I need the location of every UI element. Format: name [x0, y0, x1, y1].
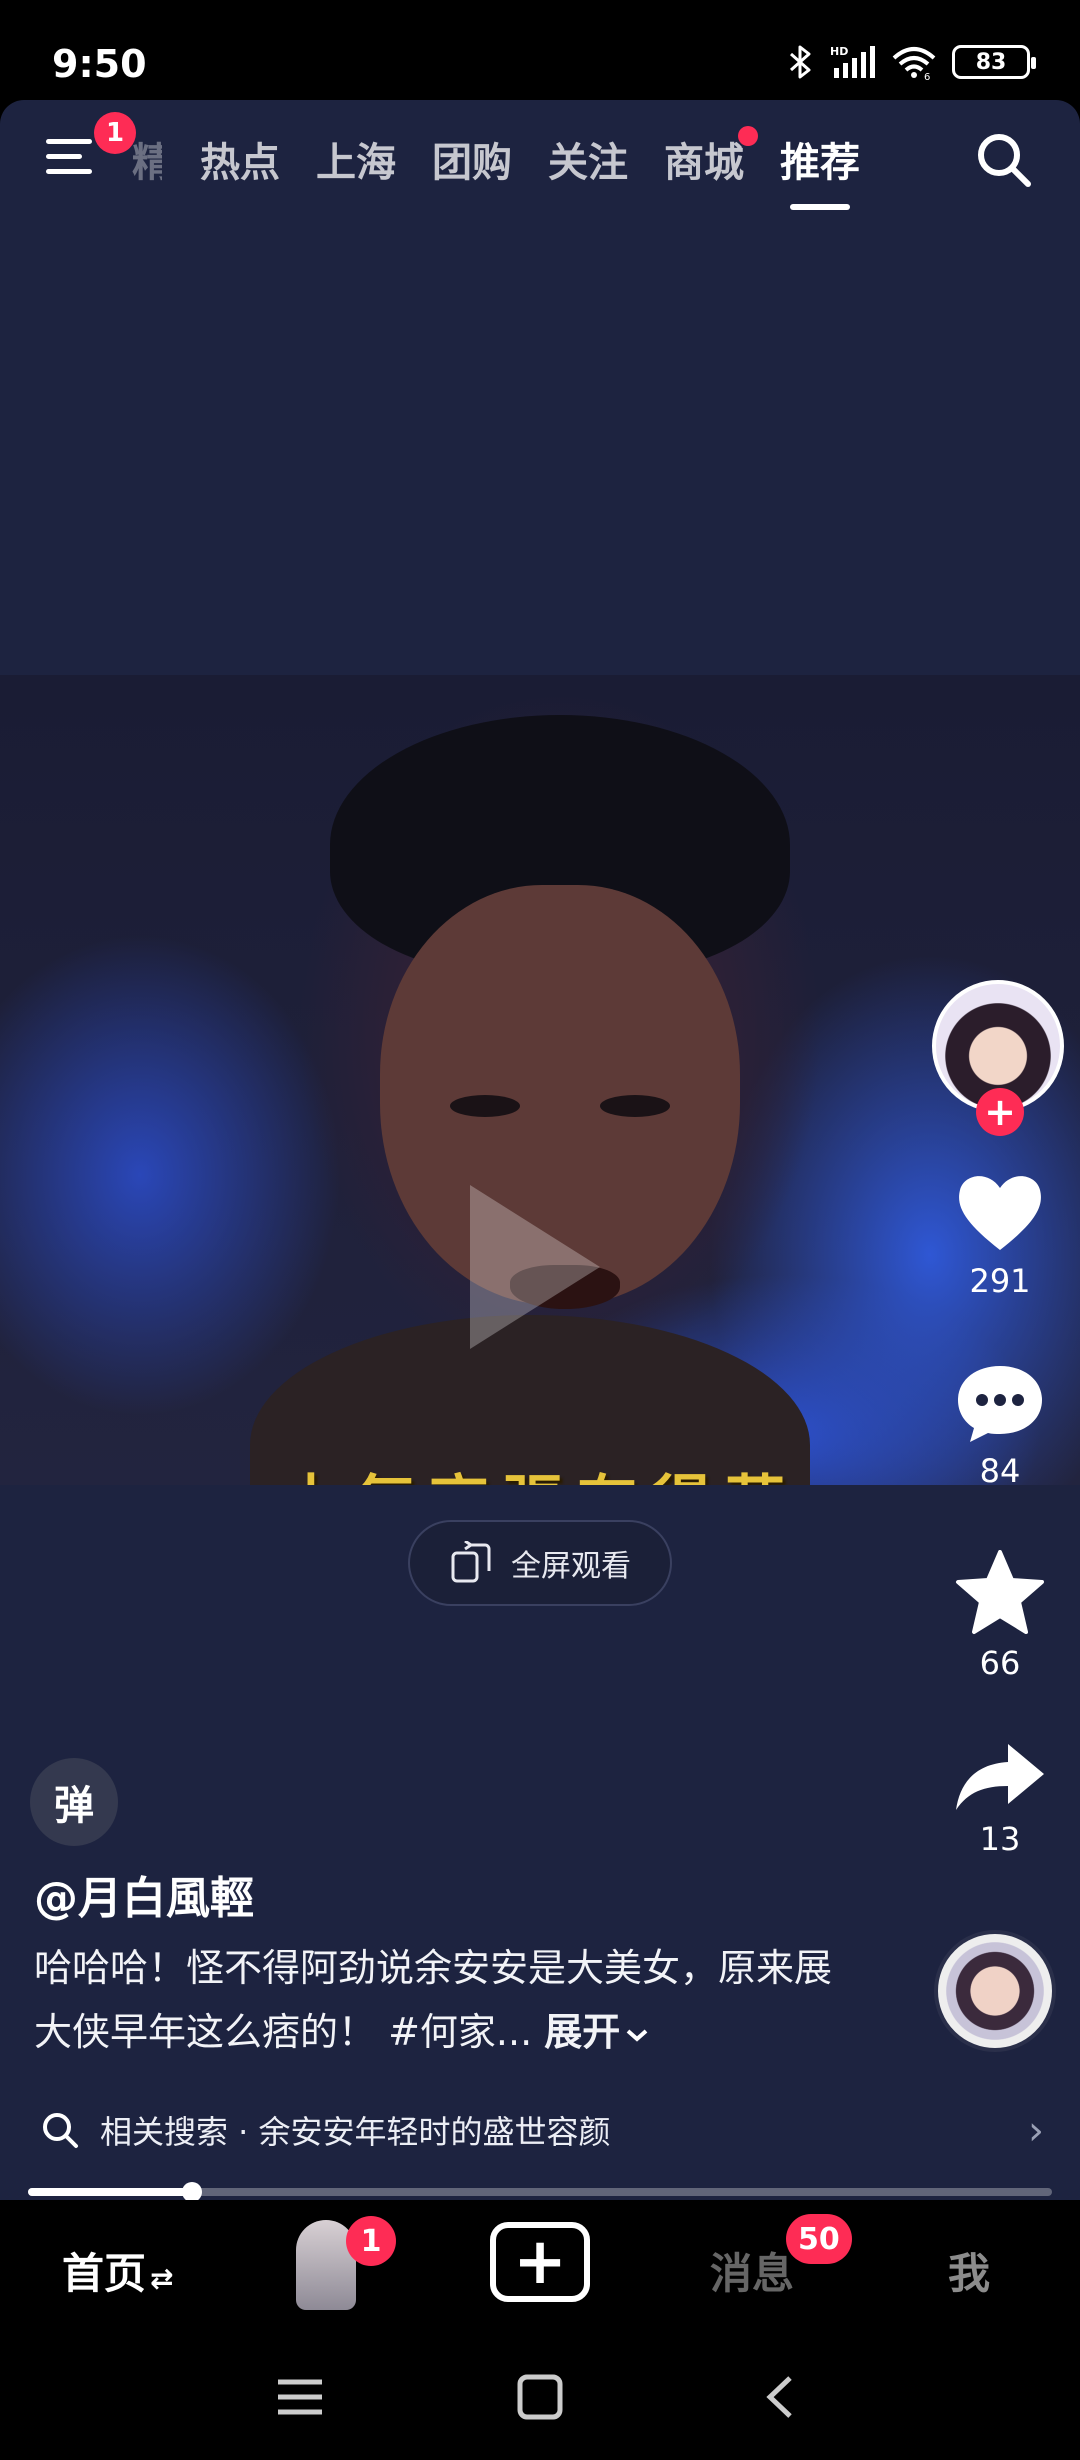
follow-button[interactable]: +: [976, 1088, 1024, 1136]
bluetooth-icon: [790, 45, 811, 79]
top-nav: 1 精选 热点 上海 团购 关注 商城 推荐: [0, 100, 1080, 220]
status-time: 9:50: [52, 42, 147, 86]
status-bar: 9:50 HD 6 83: [0, 0, 1080, 100]
status-icons: HD 6 83: [788, 44, 1036, 80]
related-search-bar[interactable]: 相关搜索 · 余安安年轻时的盛世容颜 ›: [0, 2090, 1080, 2170]
video-figure-eye-right: [600, 1095, 670, 1117]
create-button[interactable]: +: [490, 2222, 590, 2302]
tab-recommended[interactable]: 推荐: [780, 130, 860, 188]
like-count: 291: [969, 1262, 1031, 1300]
svg-text:HD: HD: [830, 45, 848, 58]
danmu-toggle-button[interactable]: 弹: [30, 1758, 118, 1846]
chevron-right-icon: ›: [1028, 2108, 1044, 2154]
search-icon: [43, 2113, 78, 2148]
nav-me[interactable]: 我: [948, 2240, 990, 2301]
tab-following[interactable]: 关注: [548, 130, 628, 188]
friend-badge: 1: [346, 2216, 396, 2266]
nav-messages-label: 消息: [710, 2249, 795, 2298]
video-subtitle: 士氣高張有得蒔: [0, 1455, 1080, 1485]
share-button[interactable]: 13: [920, 1740, 1080, 1858]
fullscreen-button[interactable]: 全屏观看: [408, 1520, 672, 1606]
hd-signal-icon: HD: [830, 45, 875, 78]
messages-badge: 50: [786, 2214, 852, 2264]
star-icon: [956, 1550, 1044, 1634]
tab-hot[interactable]: 热点: [200, 130, 280, 188]
comment-count: 84: [979, 1452, 1021, 1490]
play-icon[interactable]: [470, 1185, 600, 1349]
progress-knob[interactable]: [181, 2182, 202, 2200]
tab-mall-dot: [738, 126, 758, 146]
rotate-screen-icon: [451, 1541, 491, 1583]
favorite-button[interactable]: 66: [920, 1550, 1080, 1682]
app-surface: 1 精选 热点 上海 团购 关注 商城 推荐 士氣高張有得蒔 全屏观看 +: [0, 100, 1080, 2200]
expand-label: 展开: [544, 2010, 621, 2054]
nav-messages[interactable]: 消息: [710, 2240, 794, 2301]
video-player[interactable]: 士氣高張有得蒔: [0, 675, 1080, 1485]
tab-group-buy[interactable]: 团购: [432, 130, 512, 188]
video-figure-eye-left: [450, 1095, 520, 1117]
tab-mall-label: 商城: [664, 140, 744, 186]
recent-apps-icon[interactable]: [270, 2374, 330, 2420]
progress-fill: [28, 2188, 192, 2196]
tab-mall[interactable]: 商城: [664, 126, 758, 188]
back-icon[interactable]: [750, 2374, 810, 2420]
menu-icon[interactable]: [46, 135, 96, 179]
fullscreen-label: 全屏观看: [511, 1549, 631, 1584]
like-button[interactable]: 291: [920, 1170, 1080, 1300]
share-count: 13: [979, 1820, 1021, 1858]
comment-button[interactable]: 84: [920, 1360, 1080, 1490]
share-arrow-icon: [956, 1744, 1044, 1810]
battery-icon: 83: [952, 45, 1036, 79]
system-nav-bar: [0, 2330, 1080, 2460]
swap-icon: ⇄: [150, 2262, 174, 2295]
comment-icon: [958, 1366, 1042, 1442]
channel-tabs: 精选 热点 上海 团购 关注 商城 推荐: [132, 126, 896, 188]
chevron-down-icon: [626, 2029, 648, 2042]
music-disc[interactable]: [934, 1930, 1056, 2052]
battery-level: 83: [975, 49, 1007, 75]
wifi-icon: 6: [892, 47, 936, 80]
author-avatar[interactable]: +: [932, 980, 1064, 1136]
svg-text:6: 6: [924, 72, 930, 80]
post-description[interactable]: 哈哈哈！怪不得阿劲说余安安是大美女，原来展大侠早年这么痞的！ #何家... 展开: [34, 1936, 834, 2064]
search-icon[interactable]: [974, 130, 1034, 190]
nav-home[interactable]: 首页 ⇄: [62, 2240, 173, 2301]
heart-icon: [959, 1176, 1041, 1250]
nav-home-label: 首页: [62, 2249, 147, 2298]
tab-shanghai[interactable]: 上海: [316, 130, 396, 188]
author-name[interactable]: @月白風輕: [34, 1862, 254, 1926]
home-square-icon[interactable]: [510, 2374, 570, 2420]
video-progress-bar[interactable]: [28, 2182, 1052, 2200]
favorite-count: 66: [979, 1644, 1021, 1682]
menu-badge: 1: [94, 112, 136, 154]
bottom-nav: 首页 ⇄ 1 + 消息 50 我: [0, 2200, 1080, 2330]
expand-button[interactable]: 展开: [544, 2010, 650, 2054]
related-search-text: 相关搜索 · 余安安年轻时的盛世容颜: [100, 2113, 611, 2151]
post-description-text: 哈哈哈！怪不得阿劲说余安安是大美女，原来展大侠早年这么痞的！ #何家...: [34, 1946, 833, 2054]
tab-selected[interactable]: 精选: [132, 130, 162, 188]
